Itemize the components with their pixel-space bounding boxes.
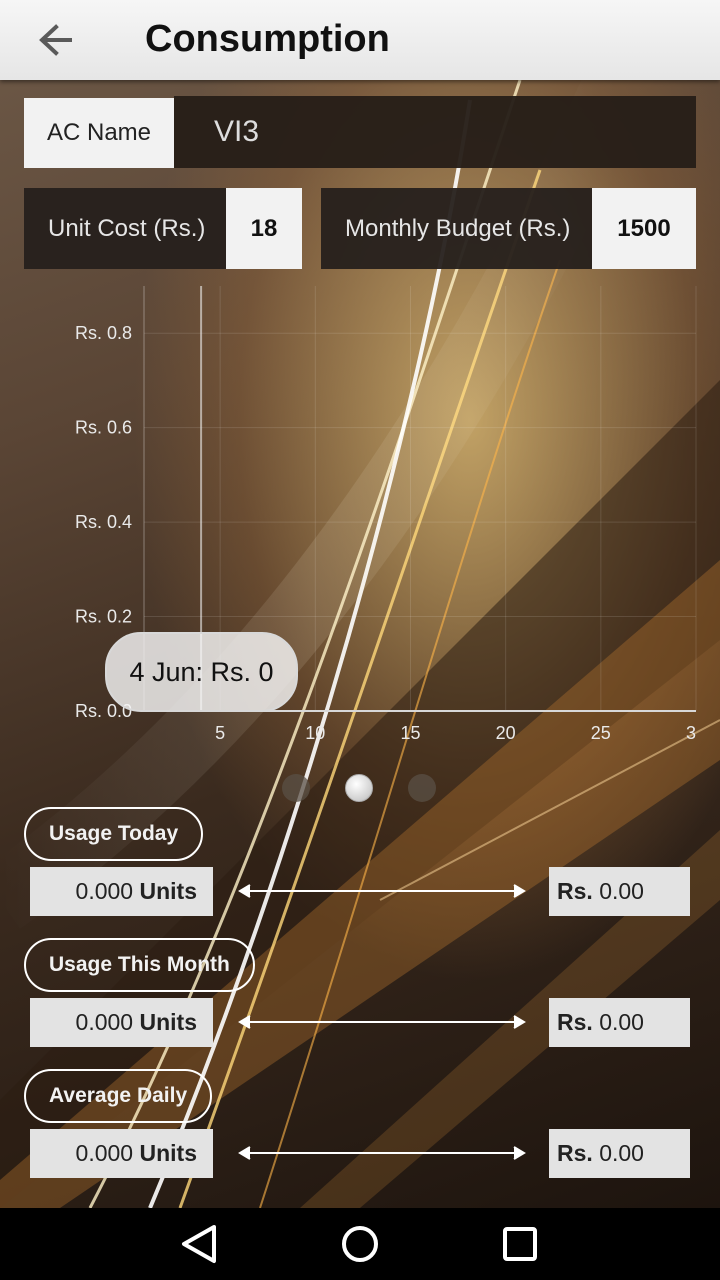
double-arrow-icon: [238, 1146, 526, 1160]
rs-value: 0.00: [599, 1140, 644, 1166]
double-arrow-icon: [238, 1015, 526, 1029]
x-tick-label: 3: [686, 723, 696, 743]
average-daily-cost: Rs. 0.00: [549, 1129, 690, 1178]
units-word: Units: [139, 1009, 198, 1035]
ac-name-label: AC Name: [24, 98, 174, 168]
y-tick-label: Rs. 0.4: [75, 512, 132, 532]
y-tick-label: Rs. 0.6: [75, 418, 132, 438]
x-tick-label: 25: [591, 723, 611, 743]
x-tick-label: 10: [305, 723, 325, 743]
average-daily-units: 0.000 Units: [30, 1129, 213, 1178]
rs-prefix: Rs.: [557, 1140, 593, 1166]
units-word: Units: [139, 878, 198, 904]
x-tick-label: 20: [496, 723, 516, 743]
average-daily-badge: Average Daily: [24, 1069, 213, 1123]
page-dot[interactable]: [282, 774, 310, 802]
usage-month-units: 0.000 Units: [30, 998, 213, 1047]
nav-back-button[interactable]: [176, 1222, 224, 1266]
monthly-budget-value[interactable]: 1500: [592, 188, 696, 269]
units-value: 0.000: [75, 878, 134, 904]
usage-month-cost: Rs. 0.00: [549, 998, 690, 1047]
square-recents-icon: [503, 1227, 537, 1261]
usage-month-badge: Usage This Month: [24, 938, 255, 992]
usage-today-badge: Usage Today: [24, 807, 204, 861]
system-nav-bar: [0, 1208, 720, 1280]
page-title: Consumption: [145, 18, 390, 60]
triangle-back-icon: [182, 1225, 216, 1263]
units-value: 0.000: [75, 1140, 134, 1166]
units-value: 0.000: [75, 1009, 134, 1035]
rs-prefix: Rs.: [557, 1009, 593, 1035]
page-dot[interactable]: [345, 774, 373, 802]
unit-cost-value[interactable]: 18: [226, 188, 302, 269]
chart-tooltip: 4 Jun: Rs. 0: [105, 632, 298, 712]
ac-name-value[interactable]: VI3: [174, 96, 696, 168]
unit-cost-label: Unit Cost (Rs.): [24, 188, 226, 269]
double-arrow-icon: [238, 884, 526, 898]
page-dot[interactable]: [408, 774, 436, 802]
x-tick-label: 15: [400, 723, 420, 743]
nav-home-button[interactable]: [336, 1222, 384, 1266]
arrow-left-icon: [39, 24, 72, 56]
nav-recents-button[interactable]: [496, 1222, 544, 1266]
monthly-budget-label: Monthly Budget (Rs.): [321, 188, 592, 269]
units-word: Units: [139, 1140, 198, 1166]
x-tick-label: 5: [215, 723, 225, 743]
rs-prefix: Rs.: [557, 878, 593, 904]
app-bar: Consumption: [0, 0, 720, 80]
rs-value: 0.00: [599, 878, 644, 904]
y-tick-label: Rs. 0.8: [75, 323, 132, 343]
circle-home-icon: [342, 1226, 378, 1262]
usage-today-units: 0.000 Units: [30, 867, 213, 916]
back-button[interactable]: [24, 16, 88, 64]
y-tick-label: Rs. 0.2: [75, 607, 132, 627]
usage-today-cost: Rs. 0.00: [549, 867, 690, 916]
rs-value: 0.00: [599, 1009, 644, 1035]
